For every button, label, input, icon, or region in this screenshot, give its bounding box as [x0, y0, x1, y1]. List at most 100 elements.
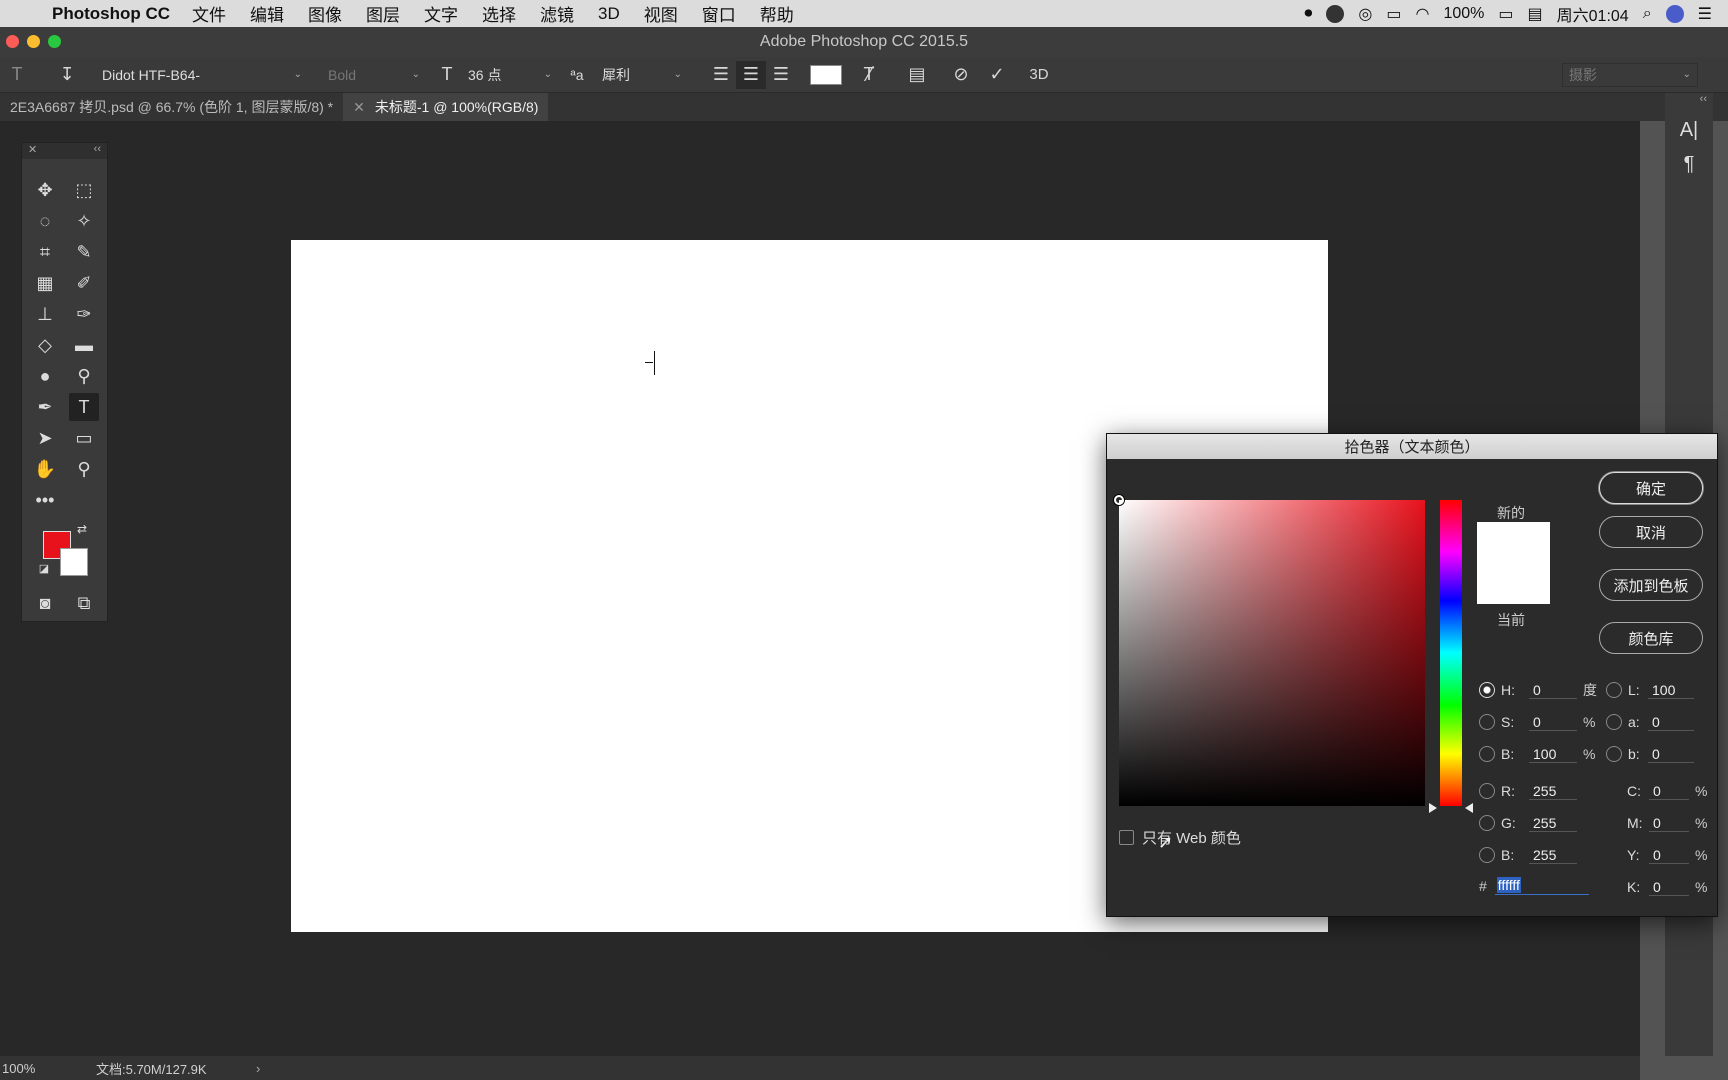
swap-colors-icon[interactable]: ⇄	[74, 521, 90, 537]
creative-cloud-icon[interactable]: ◎	[1358, 4, 1372, 24]
gradient-tool-icon[interactable]: ▬	[69, 331, 99, 359]
align-center-icon[interactable]: ☰	[736, 60, 766, 89]
cancel-button[interactable]: 取消	[1599, 516, 1703, 548]
menu-edit[interactable]: 编辑	[250, 1, 284, 26]
green-input[interactable]: 255	[1529, 815, 1577, 832]
expand-panels-icon[interactable]: ‹‹	[1665, 93, 1713, 113]
add-to-swatches-button[interactable]: 添加到色板	[1599, 569, 1703, 601]
background-color-swatch[interactable]	[60, 548, 88, 576]
color-field-marker[interactable]	[1114, 495, 1124, 505]
anti-alias-select[interactable]: 犀利 ⌄	[596, 63, 688, 87]
yellow-input[interactable]: 0	[1649, 847, 1689, 864]
path-selection-tool-icon[interactable]: ➤	[30, 424, 60, 452]
web-colors-only-checkbox[interactable]	[1119, 830, 1134, 845]
eyedropper-tool-icon[interactable]: ✎	[69, 238, 99, 266]
cancel-edits-icon[interactable]: ⊘	[946, 61, 976, 89]
hue-slider-left-arrow-icon[interactable]	[1429, 803, 1437, 813]
list-icon[interactable]: ☰	[1698, 4, 1712, 24]
pen-tool-icon[interactable]: ✒	[30, 393, 60, 421]
text-color-swatch[interactable]	[810, 64, 842, 85]
menu-image[interactable]: 图像	[308, 1, 342, 26]
hue-radio[interactable]	[1479, 682, 1495, 698]
hue-slider-right-arrow-icon[interactable]	[1465, 803, 1473, 813]
lab-b-radio[interactable]	[1606, 746, 1622, 762]
airplay-icon[interactable]: ▭	[1386, 4, 1401, 24]
menu-view[interactable]: 视图	[644, 1, 678, 26]
magenta-input[interactable]: 0	[1649, 815, 1689, 832]
record-icon[interactable]: ⏺	[1304, 5, 1312, 23]
blur-tool-icon[interactable]: ●	[30, 362, 60, 390]
menu-type[interactable]: 文字	[424, 1, 458, 26]
default-colors-icon[interactable]: ◪	[36, 560, 52, 576]
menu-window[interactable]: 窗口	[702, 1, 736, 26]
notification-icon[interactable]	[1326, 4, 1345, 23]
marquee-tool-icon[interactable]: ⬚	[69, 176, 99, 204]
3d-icon[interactable]: 3D	[1024, 61, 1054, 89]
type-tool-preset-icon[interactable]: T	[2, 61, 32, 89]
font-family-select[interactable]: Didot HTF-B64- ⌄	[96, 63, 308, 87]
menu-select[interactable]: 选择	[482, 1, 516, 26]
move-tool-icon[interactable]: ✥	[30, 176, 60, 204]
magic-wand-tool-icon[interactable]: ✧	[69, 207, 99, 235]
collapse-panel-icon[interactable]: ‹‹	[94, 143, 101, 159]
hex-input[interactable]: ffffff	[1494, 876, 1589, 895]
color-libraries-button[interactable]: 颜色库	[1599, 622, 1703, 654]
toggle-orientation-icon[interactable]: ↧	[52, 61, 82, 89]
menu-help[interactable]: 帮助	[760, 1, 794, 26]
lasso-tool-icon[interactable]: ◌	[30, 207, 60, 235]
tab-document-2[interactable]: ✕ 未标题-1 @ 100%(RGB/8)	[343, 93, 549, 121]
paragraph-panel-icon[interactable]: ¶	[1665, 147, 1713, 181]
align-right-icon[interactable]: ☰	[766, 61, 796, 89]
lab-a-input[interactable]: 0	[1648, 714, 1694, 731]
clock[interactable]: 周六01:04	[1557, 2, 1629, 26]
menu-3d[interactable]: 3D	[598, 4, 620, 24]
close-window-button[interactable]	[6, 35, 19, 48]
wifi-icon[interactable]: ◠	[1416, 4, 1430, 24]
zoom-level[interactable]: 100%	[0, 1061, 96, 1076]
close-tab-icon[interactable]: ✕	[353, 99, 365, 116]
crop-tool-icon[interactable]: ⌗	[30, 238, 60, 266]
app-menu[interactable]: Photoshop CC	[52, 4, 170, 24]
commit-edits-icon[interactable]: ✓	[982, 61, 1012, 89]
font-style-select[interactable]: Bold ⌄	[322, 63, 426, 87]
hue-slider[interactable]	[1440, 500, 1462, 806]
eraser-tool-icon[interactable]: ◇	[30, 331, 60, 359]
zoom-window-button[interactable]	[48, 35, 61, 48]
tab-document-1[interactable]: 2E3A6687 拷贝.psd @ 66.7% (色阶 1, 图层蒙版/8) *	[0, 93, 343, 121]
screen-mode-icon[interactable]: ⧉	[69, 589, 99, 617]
blue-radio[interactable]	[1479, 847, 1495, 863]
brush-tool-icon[interactable]: ✐	[69, 269, 99, 297]
warp-text-icon[interactable]: Ⱦ	[854, 61, 884, 89]
menu-layer[interactable]: 图层	[366, 1, 400, 26]
rectangle-tool-icon[interactable]: ▭	[69, 424, 99, 452]
brightness-input[interactable]: 100	[1529, 746, 1577, 763]
saturation-radio[interactable]	[1479, 714, 1495, 730]
blue-input[interactable]: 255	[1529, 847, 1577, 864]
hand-tool-icon[interactable]: ✋	[30, 455, 60, 483]
search-icon[interactable]: ⌕	[1643, 5, 1652, 23]
green-radio[interactable]	[1479, 815, 1495, 831]
close-panel-icon[interactable]: ✕	[28, 143, 37, 159]
menu-file[interactable]: 文件	[192, 1, 226, 26]
quick-mask-icon[interactable]: ◙	[30, 589, 60, 617]
lab-b-input[interactable]: 0	[1648, 746, 1694, 763]
battery-icon[interactable]: ▭	[1498, 4, 1513, 24]
lab-l-input[interactable]: 100	[1648, 682, 1694, 699]
red-radio[interactable]	[1479, 783, 1495, 799]
chevron-right-icon[interactable]: ›	[256, 1061, 260, 1076]
clone-stamp-tool-icon[interactable]: ⊥	[30, 300, 60, 328]
black-input[interactable]: 0	[1649, 879, 1689, 896]
lab-l-radio[interactable]	[1606, 682, 1622, 698]
character-panel-icon[interactable]: A|	[1665, 113, 1713, 147]
flag-icon[interactable]: ▤	[1528, 4, 1543, 24]
ok-button[interactable]: 确定	[1599, 472, 1703, 504]
menu-filter[interactable]: 滤镜	[540, 1, 574, 26]
siri-icon[interactable]	[1665, 4, 1684, 23]
history-brush-tool-icon[interactable]: ✑	[69, 300, 99, 328]
lab-a-radio[interactable]	[1606, 714, 1622, 730]
more-tools-icon[interactable]: •••	[30, 486, 60, 514]
hue-input[interactable]: 0	[1529, 682, 1577, 699]
align-left-icon[interactable]: ☰	[706, 61, 736, 89]
font-size-select[interactable]: 36 点 ⌄	[462, 63, 558, 87]
workspace-select[interactable]: 摄影 ⌄	[1562, 62, 1698, 87]
